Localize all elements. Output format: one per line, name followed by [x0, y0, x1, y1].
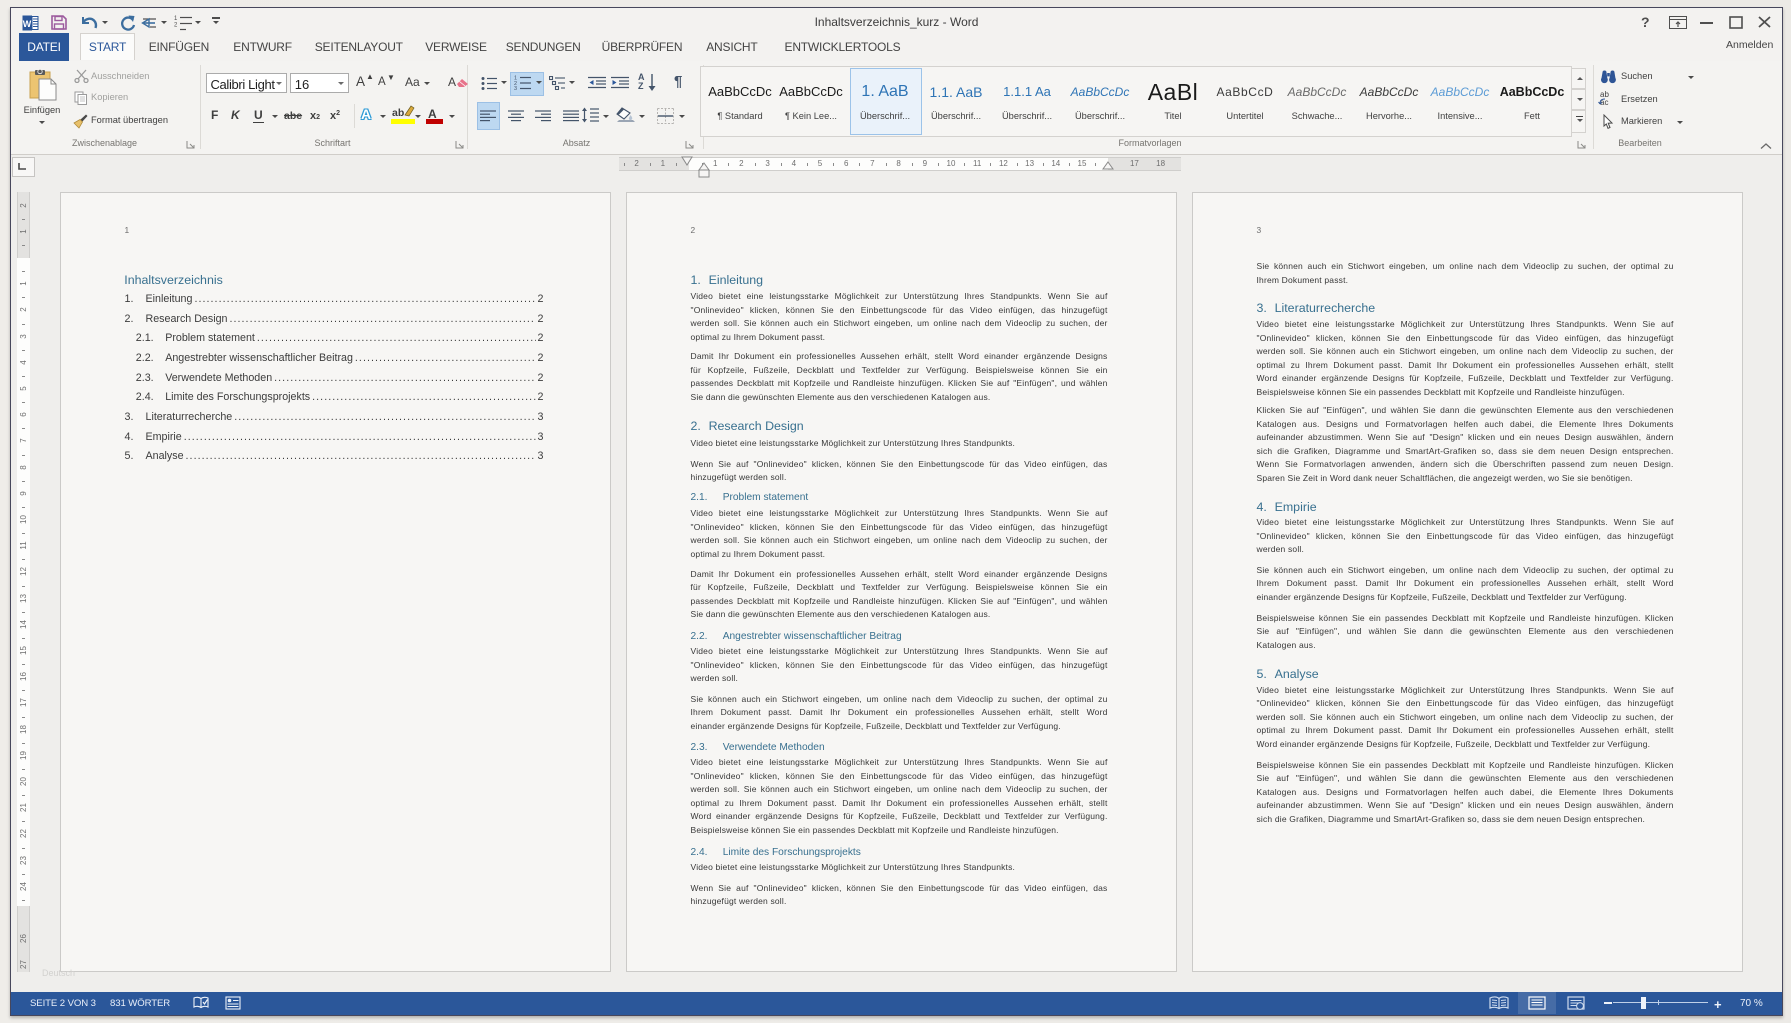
svg-text:1: 1	[174, 16, 178, 22]
svg-text:W: W	[23, 19, 32, 29]
svg-text:2: 2	[174, 23, 178, 29]
svg-text:3: 3	[514, 86, 517, 90]
